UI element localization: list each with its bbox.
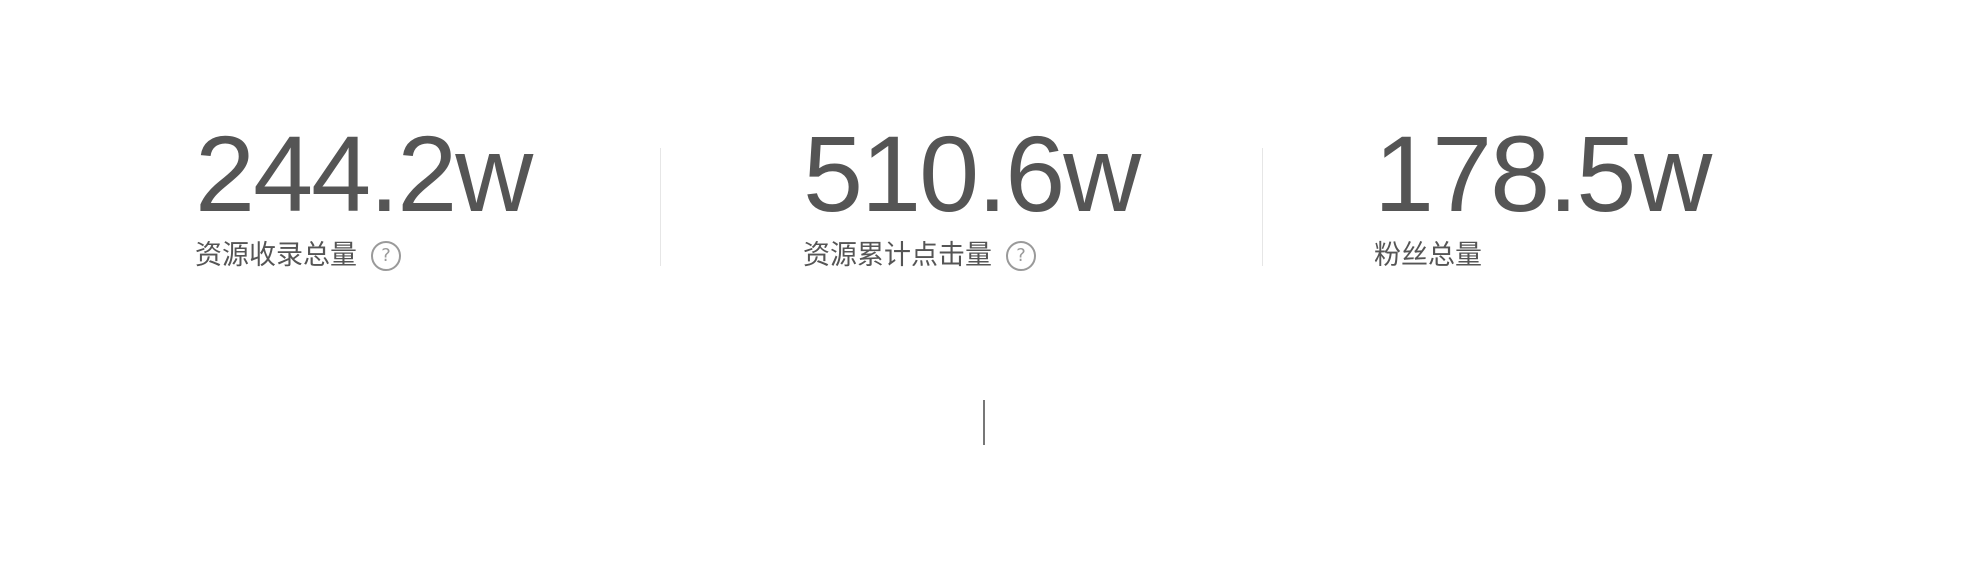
help-glyph: ?: [1016, 245, 1026, 266]
stat-resource-clicks: 510.6w 资源累计点击量 ?: [803, 113, 1141, 272]
stat-label: 资源收录总量: [195, 240, 357, 271]
stat-label: 资源累计点击量: [803, 240, 992, 271]
stat-label-row: 粉丝总量: [1374, 240, 1710, 272]
text-cursor: [983, 400, 985, 445]
help-glyph: ?: [381, 245, 391, 266]
question-circle-icon[interactable]: ?: [371, 241, 401, 271]
divider: [660, 148, 661, 266]
stat-resource-total: 244.2w 资源收录总量 ?: [195, 113, 533, 272]
stat-value: 510.6w: [803, 113, 1141, 234]
stat-label-row: 资源收录总量 ?: [195, 240, 531, 272]
stat-label: 粉丝总量: [1374, 240, 1482, 271]
stat-value: 244.2w: [195, 113, 533, 234]
stat-value: 178.5w: [1374, 113, 1712, 234]
stat-label-row: 资源累计点击量 ?: [803, 240, 1139, 272]
question-circle-icon[interactable]: ?: [1006, 241, 1036, 271]
divider: [1262, 148, 1263, 266]
stats-page: { "stats": [ {"value": "244.2w", "label"…: [0, 0, 1964, 586]
stat-followers: 178.5w 粉丝总量: [1374, 113, 1712, 272]
stats-summary: 244.2w 资源收录总量 ? 510.6w 资源累计点击量 ? 178.5w …: [0, 120, 1964, 280]
